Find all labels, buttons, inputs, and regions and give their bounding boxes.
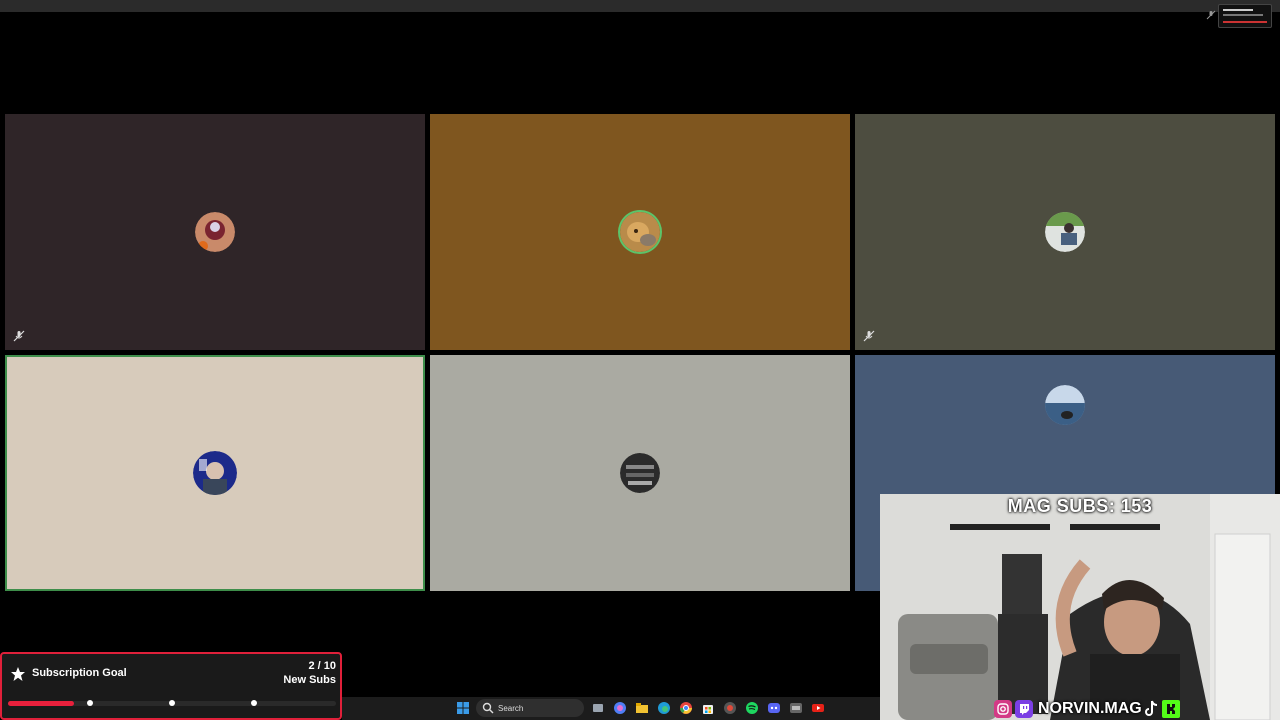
- edge-icon[interactable]: [657, 701, 671, 715]
- copilot-icon[interactable]: [613, 701, 627, 715]
- mic-muted-icon: [863, 330, 875, 342]
- search-icon: [482, 702, 494, 714]
- stream-preview-thumbnail[interactable]: [1218, 4, 1272, 28]
- top-bar: [0, 0, 1280, 12]
- participant-tile-5[interactable]: [430, 355, 850, 591]
- mic-muted-icon: [13, 330, 25, 342]
- file-explorer-icon[interactable]: [635, 701, 649, 715]
- mic-muted-icon[interactable]: [1206, 10, 1216, 20]
- youtube-icon[interactable]: [811, 701, 825, 715]
- twitch-icon: [1015, 700, 1033, 718]
- store-icon[interactable]: [701, 701, 715, 715]
- subs-counter: MAG SUBS: 153: [1007, 496, 1153, 516]
- instagram-icon: [994, 700, 1012, 718]
- goal-milestone-marker: [87, 700, 93, 706]
- windows-start-icon[interactable]: [456, 701, 470, 715]
- taskbar-search[interactable]: Search: [476, 699, 584, 717]
- goal-count: 2 / 10: [308, 660, 336, 672]
- goal-milestone-marker: [251, 700, 257, 706]
- search-label: Search: [498, 703, 524, 713]
- spotify-icon[interactable]: [745, 701, 759, 715]
- subscription-goal-widget: Subscription Goal 2 / 10 New Subs: [0, 652, 342, 720]
- social-handle-bar: NORVIN.MAG: [994, 699, 1180, 719]
- task-view-icon[interactable]: [591, 701, 605, 715]
- app-icon-2[interactable]: [789, 701, 803, 715]
- participant-avatar: [193, 451, 237, 495]
- participant-avatar: [620, 453, 660, 493]
- participant-avatar: [1045, 385, 1085, 425]
- app-icon[interactable]: [723, 701, 737, 715]
- participant-tile-4[interactable]: [5, 355, 425, 591]
- tiktok-icon: [1144, 700, 1157, 716]
- participant-tile-3[interactable]: [855, 114, 1275, 350]
- goal-title: Subscription Goal: [32, 667, 127, 679]
- streamer-webcam: [880, 494, 1280, 720]
- participant-avatar: [620, 212, 660, 252]
- social-handle: NORVIN.MAG: [1038, 700, 1142, 717]
- discord-icon[interactable]: [767, 701, 781, 715]
- participant-tile-1[interactable]: [5, 114, 425, 350]
- star-icon: [11, 667, 25, 681]
- goal-unit: New Subs: [283, 674, 336, 686]
- goal-milestone-marker: [169, 700, 175, 706]
- chrome-icon[interactable]: [679, 701, 693, 715]
- participant-avatar: [1045, 212, 1085, 252]
- participant-avatar: [195, 212, 235, 252]
- goal-progress-track: [8, 700, 336, 706]
- kick-icon: [1161, 700, 1180, 718]
- participant-tile-2[interactable]: [430, 114, 850, 350]
- goal-progress-fill: [8, 701, 74, 706]
